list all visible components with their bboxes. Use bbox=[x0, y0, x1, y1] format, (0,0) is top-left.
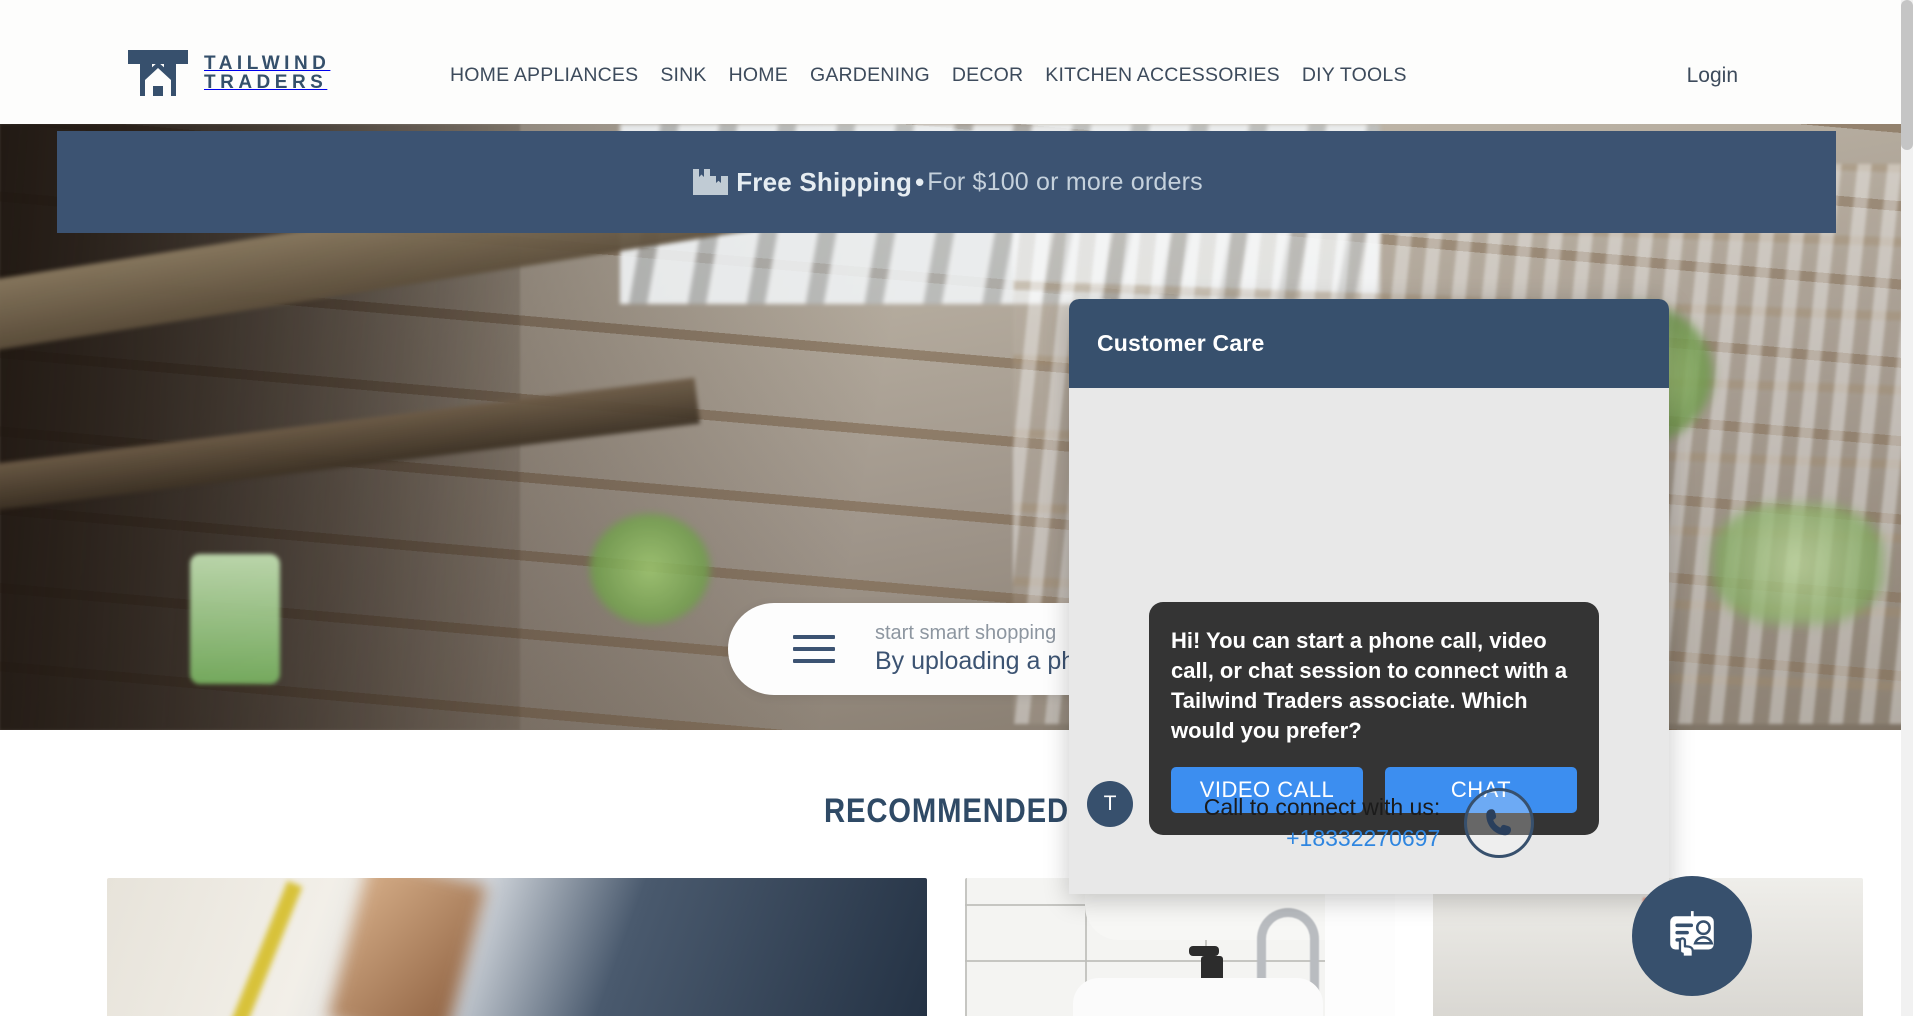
hero-plant-4 bbox=[1713, 504, 1883, 624]
package-boxes-icon bbox=[690, 161, 732, 203]
customer-care-chat-panel: Customer Care T Hi! You can start a phon… bbox=[1069, 299, 1669, 894]
brand-logo-link[interactable]: TAILWIND TRADERS bbox=[126, 48, 330, 98]
free-shipping-content: Free Shipping • For $100 or more orders bbox=[690, 161, 1203, 203]
call-phone-number-link[interactable]: +18332270697 bbox=[1204, 825, 1440, 852]
hero-plant-1 bbox=[190, 554, 280, 684]
nav-item-diy-tools[interactable]: DIY TOOLS bbox=[1302, 64, 1407, 87]
brand-line-1: TAILWIND bbox=[204, 53, 331, 74]
hamburger-menu-icon[interactable] bbox=[793, 635, 835, 663]
phone-call-button[interactable] bbox=[1464, 788, 1535, 858]
nav-item-home-appliances[interactable]: HOME APPLIANCES bbox=[450, 64, 638, 87]
main-navigation: HOME APPLIANCES SINK HOME GARDENING DECO… bbox=[450, 64, 1407, 87]
nav-item-gardening[interactable]: GARDENING bbox=[810, 64, 930, 87]
free-shipping-detail: For $100 or more orders bbox=[927, 167, 1203, 196]
nav-item-sink[interactable]: SINK bbox=[660, 64, 706, 87]
call-to-connect-label: Call to connect with us: bbox=[1203, 794, 1441, 820]
chat-message-text: Hi! You can start a phone call, video ca… bbox=[1171, 628, 1568, 744]
sink-basin bbox=[1073, 978, 1323, 1016]
scrollbar-thumb[interactable] bbox=[1901, 0, 1913, 150]
house-t-logo-icon bbox=[126, 48, 190, 98]
call-to-connect-row: Call to connect with us: +18332270697 bbox=[1069, 788, 1669, 858]
sink-card-edge bbox=[1325, 878, 1395, 1016]
free-shipping-separator: • bbox=[915, 166, 925, 197]
chat-contact-card-icon bbox=[1670, 911, 1714, 958]
chat-panel-title: Customer Care bbox=[1097, 330, 1265, 356]
page-root: start smart shopping By uploading a phot… bbox=[0, 0, 1913, 1016]
page-scrollbar[interactable] bbox=[1901, 0, 1913, 1016]
call-text-group: Call to connect with us: +18332270697 bbox=[1204, 794, 1441, 852]
chat-panel-body: T Hi! You can start a phone call, video … bbox=[1069, 388, 1669, 894]
nav-item-kitchen-accessories[interactable]: KITCHEN ACCESSORIES bbox=[1045, 64, 1280, 87]
free-shipping-banner: Free Shipping • For $100 or more orders bbox=[57, 131, 1836, 233]
drill-product-card[interactable] bbox=[107, 878, 927, 1016]
brand-line-2: TRADERS bbox=[204, 72, 328, 93]
brand-wordmark: TAILWIND TRADERS bbox=[204, 54, 330, 92]
sink-product-card[interactable] bbox=[965, 878, 1395, 1016]
free-shipping-headline: Free Shipping bbox=[736, 166, 913, 197]
site-header: TAILWIND TRADERS HOME APPLIANCES SINK HO… bbox=[0, 0, 1913, 124]
chat-launcher-button[interactable] bbox=[1632, 876, 1752, 996]
login-link[interactable]: Login bbox=[1687, 64, 1738, 88]
phone-handset-icon bbox=[1486, 809, 1512, 836]
chat-panel-header: Customer Care bbox=[1069, 299, 1669, 388]
nav-item-decor[interactable]: DECOR bbox=[952, 64, 1023, 87]
hero-plant-2 bbox=[590, 514, 710, 624]
nav-item-home[interactable]: HOME bbox=[729, 64, 788, 87]
recommended-card-list bbox=[107, 878, 1863, 1016]
